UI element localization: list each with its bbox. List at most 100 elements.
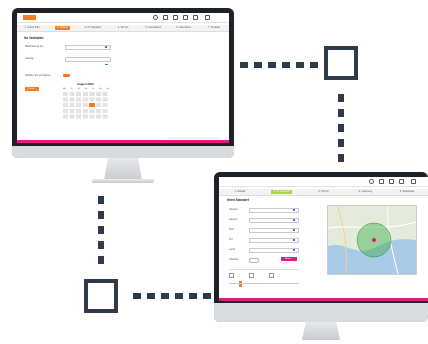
slider-handle[interactable] (239, 281, 242, 287)
chevron-down-icon[interactable] (293, 229, 295, 231)
tab-step-7[interactable]: 7. Kontakt (199, 25, 229, 31)
tab-step-4[interactable]: 4. Lieferung (344, 189, 386, 195)
connector-dash (338, 109, 344, 117)
tab-label: 4. Lieferung (358, 189, 373, 193)
left-screen: 1. Stand Film 2. Details 3. Ihr Standort… (17, 13, 229, 143)
location-map[interactable] (327, 205, 417, 275)
connector-dash (338, 139, 344, 147)
monitor-stand (302, 322, 340, 340)
connector-dash (98, 241, 104, 249)
brand-logo (23, 15, 36, 20)
tab-step-1[interactable]: 1. Stand Film (17, 25, 47, 31)
chevron-down-icon[interactable] (293, 209, 295, 211)
option-checkbox[interactable] (249, 273, 254, 278)
footer-links (167, 137, 219, 139)
page-title: Ihr Vorhaben (24, 36, 44, 40)
connector-dash (338, 94, 344, 102)
connector-dash (338, 124, 344, 132)
connector-dash (189, 293, 197, 299)
document-icon[interactable] (389, 179, 394, 184)
step-tabs: 1. Stand Film 2. Details 3. Ihr Standort… (17, 25, 229, 32)
house-number-field[interactable] (249, 218, 299, 223)
slider-track[interactable] (229, 283, 299, 284)
connector-dash (98, 226, 104, 234)
field-label: Auftrag (25, 57, 34, 60)
field-label: PLZ (229, 228, 234, 231)
radius-toggle[interactable] (249, 258, 259, 263)
tab-label: 1. Stand Film (24, 25, 40, 29)
weekday: Sa (99, 88, 102, 90)
option-checkbox[interactable] (229, 273, 234, 278)
help-icon[interactable] (183, 15, 188, 20)
connector-dash (175, 293, 183, 299)
connector-dash (338, 154, 344, 162)
selected-day[interactable] (89, 103, 95, 107)
calendar-icon[interactable] (379, 179, 384, 184)
tab-label: 3. Termin (318, 189, 329, 193)
connector-dash (268, 62, 276, 68)
tab-step-2[interactable]: 2. Details (47, 25, 77, 31)
footer-bar (17, 140, 229, 143)
next-button[interactable]: Weiter (25, 87, 39, 91)
page-title: Ihren Standort (227, 198, 249, 202)
chevron-down-icon[interactable] (293, 249, 295, 251)
step-tabs: 1. Details 2. Ihr Standort 3. Termin 4. … (219, 189, 428, 196)
account-icon[interactable] (205, 15, 210, 20)
tab-step-4[interactable]: 4. Termin (108, 25, 138, 31)
calendar-icon[interactable] (163, 15, 168, 20)
connector-square (324, 46, 358, 80)
connector-dash (161, 293, 169, 299)
tab-step-3[interactable]: 3. Termin (303, 189, 345, 195)
account-icon[interactable] (411, 179, 416, 184)
toggle-switch[interactable] (63, 74, 70, 77)
footer-bar (219, 298, 428, 301)
tab-step-2[interactable]: 2. Ihr Standort (261, 189, 303, 195)
tab-label: 5. Abschluss (399, 189, 415, 193)
chevron-down-icon[interactable] (293, 239, 295, 241)
connector-dash (98, 211, 104, 219)
country-field[interactable] (249, 248, 299, 253)
options-row (229, 269, 299, 280)
calendar-label: Wählen Sie ein Datum (25, 74, 51, 77)
street-field[interactable] (249, 208, 299, 213)
user-icon[interactable] (153, 15, 158, 20)
next-button-label: Weiter (285, 257, 292, 260)
tab-label: 4. Termin (117, 25, 129, 29)
tab-step-6[interactable]: 6. Abschluss (168, 25, 198, 31)
next-button[interactable]: Weiter (281, 257, 297, 261)
connector-dash (310, 62, 318, 68)
tab-step-5[interactable]: 5. Abschluss (386, 189, 428, 195)
option-checkbox[interactable] (269, 273, 274, 278)
app-header (219, 177, 428, 187)
app-header (17, 13, 229, 23)
chevron-down-icon[interactable] (105, 46, 107, 48)
tab-label: 1. Details (234, 189, 246, 193)
chevron-down-icon[interactable] (293, 219, 295, 221)
settings-icon[interactable] (193, 15, 198, 20)
calendar-grid-rows (63, 92, 109, 120)
right-monitor: 1. Details 2. Ihr Standort 3. Termin 4. … (214, 172, 428, 344)
tab-step-5[interactable]: 5. Lieferdaten (138, 25, 168, 31)
monitor-stand (104, 158, 142, 180)
city-field[interactable] (249, 238, 299, 243)
right-screen: 1. Details 2. Ihr Standort 3. Termin 4. … (219, 177, 428, 301)
document-icon[interactable] (173, 15, 178, 20)
connector-dash (133, 293, 141, 299)
radius-label: Umkreis (229, 258, 239, 261)
connector-dash (203, 293, 211, 299)
connector-square (84, 279, 118, 313)
tab-label: 5. Lieferdaten (145, 25, 162, 29)
tab-label: 2. Details (55, 25, 70, 30)
connector-dash (98, 256, 104, 264)
order-field[interactable] (65, 57, 111, 62)
settings-icon[interactable] (399, 179, 404, 184)
left-monitor: 1. Stand Film 2. Details 3. Ihr Standort… (12, 8, 234, 190)
tab-step-1[interactable]: 1. Details (219, 189, 261, 195)
zip-field[interactable] (249, 228, 299, 233)
connector-dash (282, 62, 290, 68)
tab-step-3[interactable]: 3. Ihr Standort (78, 25, 108, 31)
calendar-weekdays: Mo Di Mi Do Fr Sa So (63, 88, 109, 90)
connector-dash (254, 62, 262, 68)
user-icon[interactable] (369, 179, 374, 184)
field-label: Strasse (229, 208, 238, 211)
